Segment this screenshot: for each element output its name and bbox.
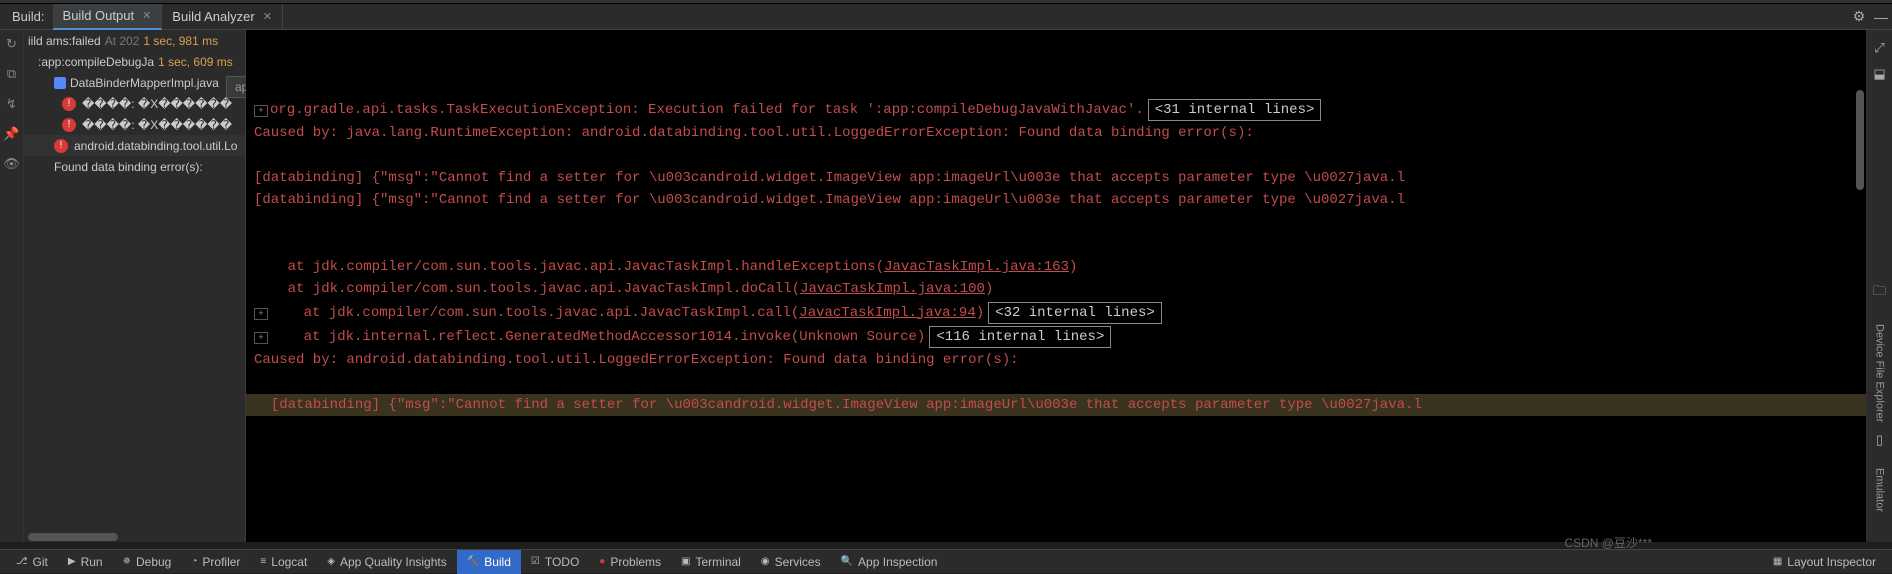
- error-icon: !: [62, 118, 76, 132]
- services-icon: ◉: [761, 556, 770, 567]
- tree-error-2[interactable]: ! ����: �X������: [24, 114, 245, 135]
- stack-link[interactable]: JavacTaskImpl.java:94: [799, 305, 975, 321]
- todo-tab[interactable]: ☑TODO: [521, 550, 589, 574]
- java-file-icon: [54, 77, 66, 89]
- console-line: + at jdk.compiler/com.sun.tools.javac.ap…: [246, 301, 1866, 325]
- console-scrollbar[interactable]: [1856, 90, 1864, 190]
- hammer-icon: 🔨: [467, 556, 479, 567]
- gauge-icon: ◔: [191, 556, 197, 567]
- bottom-bar: ⎇Git ▶Run ✵Debug ◔Profiler ≡Logcat ◈App …: [0, 549, 1892, 573]
- tree-root[interactable]: iild ams: failed At 202 1 sec, 981 ms: [24, 30, 245, 51]
- logcat-icon: ≡: [260, 556, 266, 567]
- console-line: +org.gradle.api.tasks.TaskExecutionExcep…: [246, 98, 1866, 122]
- tree-task[interactable]: :app:compileDebugJa 1 sec, 609 ms: [24, 51, 245, 72]
- error-icon: ●: [599, 556, 605, 567]
- services-tab[interactable]: ◉Services: [751, 550, 831, 574]
- tree-scrollbar[interactable]: [24, 532, 246, 542]
- stack-link[interactable]: JavacTaskImpl.java:163: [884, 259, 1069, 275]
- tree-file[interactable]: DataBinderMapperImpl.java: [24, 72, 245, 93]
- download-icon[interactable]: ⬓: [1873, 66, 1885, 82]
- git-tab[interactable]: ⎇Git: [6, 550, 58, 574]
- device-file-explorer-tab[interactable]: Device File Explorer: [1874, 324, 1886, 422]
- console-line: Caused by: android.databinding.tool.util…: [246, 349, 1866, 371]
- build-console[interactable]: +org.gradle.api.tasks.TaskExecutionExcep…: [246, 30, 1866, 542]
- hammer-icon[interactable]: ↯: [6, 96, 17, 112]
- internal-lines-badge[interactable]: <32 internal lines>: [988, 302, 1162, 324]
- right-toolstrip: ⤢ ⬓ 🗀 Device File Explorer ▯ Emulator: [1866, 30, 1892, 542]
- layout-inspector-tab[interactable]: ▦Layout Inspector: [1763, 550, 1886, 574]
- build-label: Build:: [4, 9, 53, 24]
- terminal-tab[interactable]: ▣Terminal: [671, 550, 751, 574]
- phone-icon[interactable]: ▯: [1876, 432, 1883, 448]
- console-line: + at jdk.internal.reflect.GeneratedMetho…: [246, 325, 1866, 349]
- bug-icon: ✵: [123, 556, 131, 567]
- profiler-tab[interactable]: ◔Profiler: [181, 550, 250, 574]
- stack-link[interactable]: JavacTaskImpl.java:100: [800, 281, 985, 297]
- left-toolstrip: ↻ ⧉ ↯ 📌 👁: [0, 30, 24, 542]
- console-line: at jdk.compiler/com.sun.tools.javac.api.…: [246, 278, 1866, 300]
- tree-error-msg[interactable]: Found data binding error(s):: [24, 156, 245, 177]
- run-tab[interactable]: ▶Run: [58, 550, 113, 574]
- fold-icon[interactable]: +: [254, 332, 268, 344]
- console-line: at jdk.compiler/com.sun.tools.javac.api.…: [246, 256, 1866, 278]
- logcat-tab[interactable]: ≡Logcat: [250, 550, 317, 574]
- error-icon: !: [62, 97, 76, 111]
- diamond-icon: ◈: [327, 556, 335, 567]
- layout-icon: ▦: [1773, 556, 1782, 567]
- eye-icon[interactable]: 👁: [3, 156, 20, 172]
- terminal-icon: ▣: [681, 556, 690, 567]
- fold-icon[interactable]: +: [254, 105, 268, 117]
- tab-build-output[interactable]: Build Output ✕: [53, 4, 163, 30]
- tab-build-analyzer[interactable]: Build Analyzer ✕: [162, 4, 283, 30]
- console-line: [databinding] {"msg":"Cannot find a sett…: [246, 394, 1866, 416]
- debug-tab[interactable]: ✵Debug: [113, 550, 182, 574]
- console-line: [databinding] {"msg":"Cannot find a sett…: [246, 167, 1866, 189]
- build-tab[interactable]: 🔨Build: [457, 550, 521, 574]
- close-icon[interactable]: ✕: [142, 9, 151, 22]
- app-inspection-tab[interactable]: 🔍App Inspection: [831, 550, 948, 574]
- inspect-icon: 🔍: [841, 556, 853, 567]
- tree-error-selected[interactable]: ! android.databinding.tool.util.Lo: [24, 135, 245, 156]
- console-line: [databinding] {"msg":"Cannot find a sett…: [246, 189, 1866, 211]
- branch-icon: ⎇: [16, 556, 28, 567]
- build-tree: iild ams: failed At 202 1 sec, 981 ms :a…: [24, 30, 246, 542]
- emulator-tab[interactable]: Emulator: [1874, 468, 1886, 512]
- console-line: Caused by: java.lang.RuntimeException: a…: [246, 122, 1866, 144]
- minimize-icon[interactable]: —: [1870, 9, 1892, 25]
- fold-icon[interactable]: +: [254, 308, 268, 320]
- close-icon[interactable]: ✕: [263, 10, 272, 23]
- folder-icon[interactable]: 🗀: [1873, 282, 1886, 304]
- internal-lines-badge[interactable]: <116 internal lines>: [929, 326, 1111, 348]
- app-quality-tab[interactable]: ◈App Quality Insights: [317, 550, 456, 574]
- expand-icon[interactable]: ⤢: [1874, 40, 1884, 56]
- problems-tab[interactable]: ●Problems: [589, 550, 671, 574]
- error-icon: !: [54, 139, 68, 153]
- restart-icon[interactable]: ↻: [6, 36, 17, 52]
- internal-lines-badge[interactable]: <31 internal lines>: [1148, 99, 1322, 121]
- check-icon: ☑: [531, 556, 540, 567]
- play-icon: ▶: [68, 556, 76, 567]
- build-header: Build: Build Output ✕ Build Analyzer ✕ ⚙…: [0, 4, 1892, 30]
- pin-icon[interactable]: 📌: [3, 126, 19, 142]
- filter-icon[interactable]: ⧉: [7, 66, 16, 82]
- settings-icon[interactable]: ⚙: [1848, 8, 1870, 25]
- tree-error-1[interactable]: ! ����: �X������: [24, 93, 245, 114]
